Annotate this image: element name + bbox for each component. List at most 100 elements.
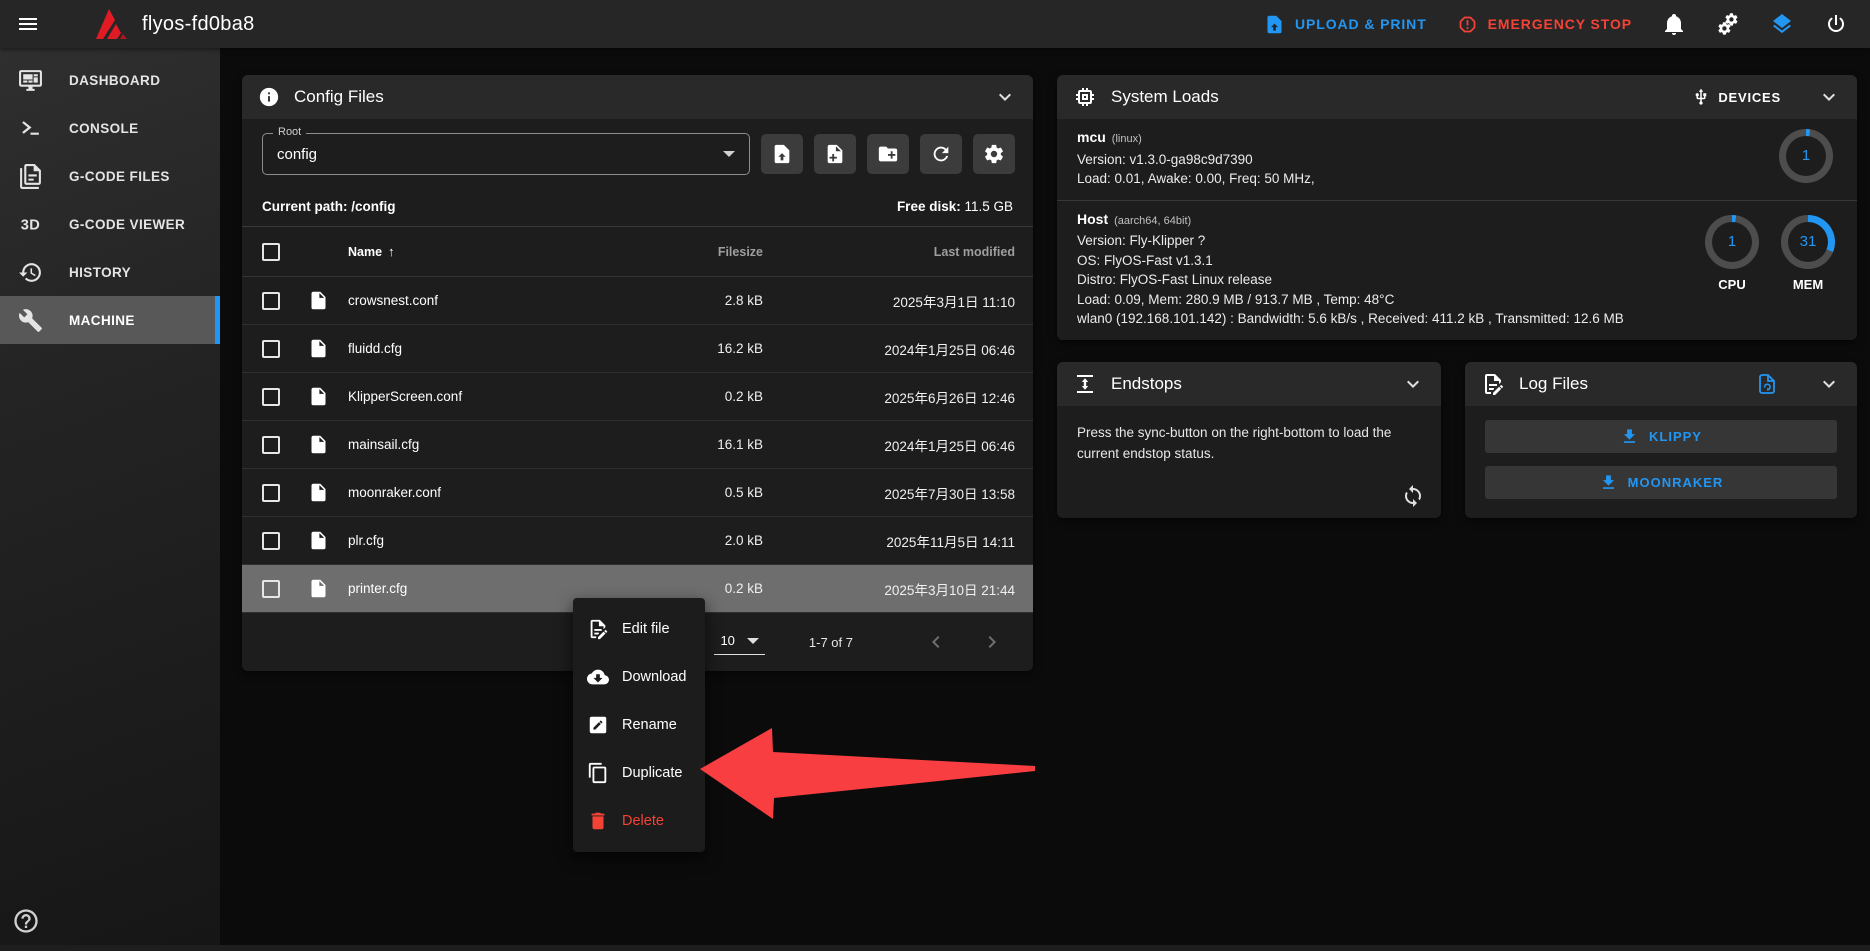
config-files-panel: Config Files Root config Current path: /… (242, 75, 1033, 671)
context-menu-duplicate[interactable]: Duplicate (573, 749, 705, 797)
row-checkbox[interactable] (262, 532, 280, 550)
select-dropdown-arrow-icon (723, 151, 735, 157)
file-settings-button[interactable] (973, 134, 1015, 174)
sync-icon[interactable] (1401, 484, 1425, 508)
file-size-cell: 16.1 kB (613, 437, 763, 452)
power-icon[interactable] (1824, 12, 1848, 36)
row-checkbox[interactable] (262, 340, 280, 358)
select-all-checkbox[interactable] (262, 243, 280, 261)
file-edit-icon (587, 618, 609, 640)
file-icon (308, 530, 329, 551)
moonraker-log-download-button[interactable]: MOONRAKER (1485, 466, 1837, 499)
help-icon[interactable] (12, 907, 40, 935)
host-network: wlan0 (192.168.101.142) : Bandwidth: 5.6… (1077, 309, 1667, 329)
file-icon (308, 434, 329, 455)
table-row[interactable]: mainsail.cfg 16.1 kB 2024年1月25日 06:46 (242, 421, 1033, 469)
next-page-button[interactable] (977, 627, 1007, 657)
upload-file-button[interactable] (761, 134, 803, 174)
context-menu-download[interactable]: Download (573, 653, 705, 701)
file-name-cell: moonraker.conf (348, 485, 613, 500)
row-checkbox[interactable] (262, 580, 280, 598)
pagination-range: 1-7 of 7 (809, 635, 853, 650)
top-bar: flyos-fd0ba8 UPLOAD & PRINT EMERGENCY ST… (0, 0, 1870, 48)
file-modified-cell: 2025年7月30日 13:58 (763, 483, 1033, 503)
sidebar-item-machine[interactable]: MACHINE (0, 296, 220, 344)
refresh-icon (930, 143, 952, 165)
sidebar-item-dashboard[interactable]: DASHBOARD (0, 56, 220, 104)
devices-button[interactable]: DEVICES (1692, 88, 1781, 106)
collapse-chevron-icon[interactable] (993, 85, 1017, 109)
collapse-chevron-icon[interactable] (1817, 372, 1841, 396)
row-checkbox[interactable] (262, 292, 280, 310)
refresh-button[interactable] (920, 134, 962, 174)
sidebar-item-gcode-viewer[interactable]: G-CODE VIEWER (0, 200, 220, 248)
create-file-button[interactable] (814, 134, 856, 174)
column-header-filesize[interactable]: Filesize (613, 245, 763, 259)
sidebar-item-console[interactable]: CONSOLE (0, 104, 220, 152)
file-name-cell: KlipperScreen.conf (348, 389, 613, 404)
file-refresh-icon[interactable] (1755, 372, 1779, 396)
sidebar-item-gcode-files[interactable]: G-CODE FILES (0, 152, 220, 200)
row-checkbox[interactable] (262, 388, 280, 406)
config-files-toolbar: Root config (242, 119, 1033, 187)
layers-icon[interactable] (1770, 12, 1794, 36)
red-pointer-arrow (695, 718, 1040, 833)
endstops-message: Press the sync-button on the right-botto… (1077, 422, 1407, 464)
file-upload-icon (771, 143, 793, 165)
emergency-stop-button[interactable]: EMERGENCY STOP (1457, 14, 1632, 35)
create-folder-button[interactable] (867, 134, 909, 174)
select-dropdown-arrow-icon (747, 638, 759, 644)
log-files-title: Log Files (1519, 374, 1588, 394)
file-name-cell: printer.cfg (348, 581, 613, 596)
notifications-bell-icon[interactable] (1662, 12, 1686, 36)
previous-page-button[interactable] (921, 627, 951, 657)
file-modified-cell: 2025年3月1日 11:10 (763, 291, 1033, 311)
context-menu-rename[interactable]: Rename (573, 701, 705, 749)
endstops-panel: Endstops Press the sync-button on the ri… (1057, 362, 1441, 518)
file-size-cell: 0.5 kB (613, 485, 763, 500)
column-header-last-modified[interactable]: Last modified (763, 245, 1033, 259)
log-files-body: KLIPPY MOONRAKER (1465, 406, 1857, 513)
row-checkbox[interactable] (262, 436, 280, 454)
menu-icon[interactable] (4, 0, 52, 48)
table-row[interactable]: crowsnest.conf 2.8 kB 2025年3月1日 11:10 (242, 277, 1033, 325)
file-icon (308, 386, 329, 407)
table-row[interactable]: plr.cfg 2.0 kB 2025年11月5日 14:11 (242, 517, 1033, 565)
table-row[interactable]: fluidd.cfg 16.2 kB 2024年1月25日 06:46 (242, 325, 1033, 373)
interface-settings-cogs-icon[interactable] (1716, 12, 1740, 36)
root-select[interactable]: Root config (262, 133, 750, 175)
endstop-icon (1073, 372, 1097, 396)
file-size-cell: 2.8 kB (613, 293, 763, 308)
system-loads-header: System Loads DEVICES (1057, 75, 1857, 119)
pencil-box-icon (587, 714, 609, 736)
mem-gauge-wrap: 31 MEM (1781, 215, 1835, 295)
collapse-chevron-icon[interactable] (1817, 85, 1841, 109)
table-row[interactable]: KlipperScreen.conf 0.2 kB 2025年6月26日 12:… (242, 373, 1033, 421)
system-loads-title: System Loads (1111, 87, 1219, 107)
file-context-menu: Edit file Download Rename Duplicate Dele… (573, 598, 705, 852)
table-row[interactable]: moonraker.conf 0.5 kB 2025年7月30日 13:58 (242, 469, 1033, 517)
context-menu-delete[interactable]: Delete (573, 797, 705, 845)
sort-asc-icon: ↑ (388, 244, 395, 259)
sidebar-item-history[interactable]: HISTORY (0, 248, 220, 296)
file-name-cell: fluidd.cfg (348, 341, 613, 356)
collapse-chevron-icon[interactable] (1401, 372, 1425, 396)
column-header-name[interactable]: Name↑ (348, 244, 613, 259)
log-files-header: Log Files (1465, 362, 1857, 406)
file-modified-cell: 2025年6月26日 12:46 (763, 387, 1033, 407)
folder-plus-icon (877, 143, 899, 165)
file-size-cell: 16.2 kB (613, 341, 763, 356)
per-page-select[interactable]: 10 (714, 629, 764, 655)
free-disk: Free disk: 11.5 GB (897, 199, 1013, 214)
upload-print-button[interactable]: UPLOAD & PRINT (1264, 14, 1427, 35)
host-distro: Distro: FlyOS-Fast Linux release (1077, 270, 1667, 290)
footer-strip (0, 945, 1870, 951)
row-checkbox[interactable] (262, 484, 280, 502)
file-size-cell: 0.2 kB (613, 389, 763, 404)
klippy-log-download-button[interactable]: KLIPPY (1485, 420, 1837, 453)
context-menu-edit-file[interactable]: Edit file (573, 605, 705, 653)
trash-icon (587, 810, 609, 832)
root-select-label: Root (273, 126, 306, 138)
path-row: Current path: /config Free disk: 11.5 GB (242, 187, 1033, 226)
endstops-body: Press the sync-button on the right-botto… (1057, 406, 1441, 518)
